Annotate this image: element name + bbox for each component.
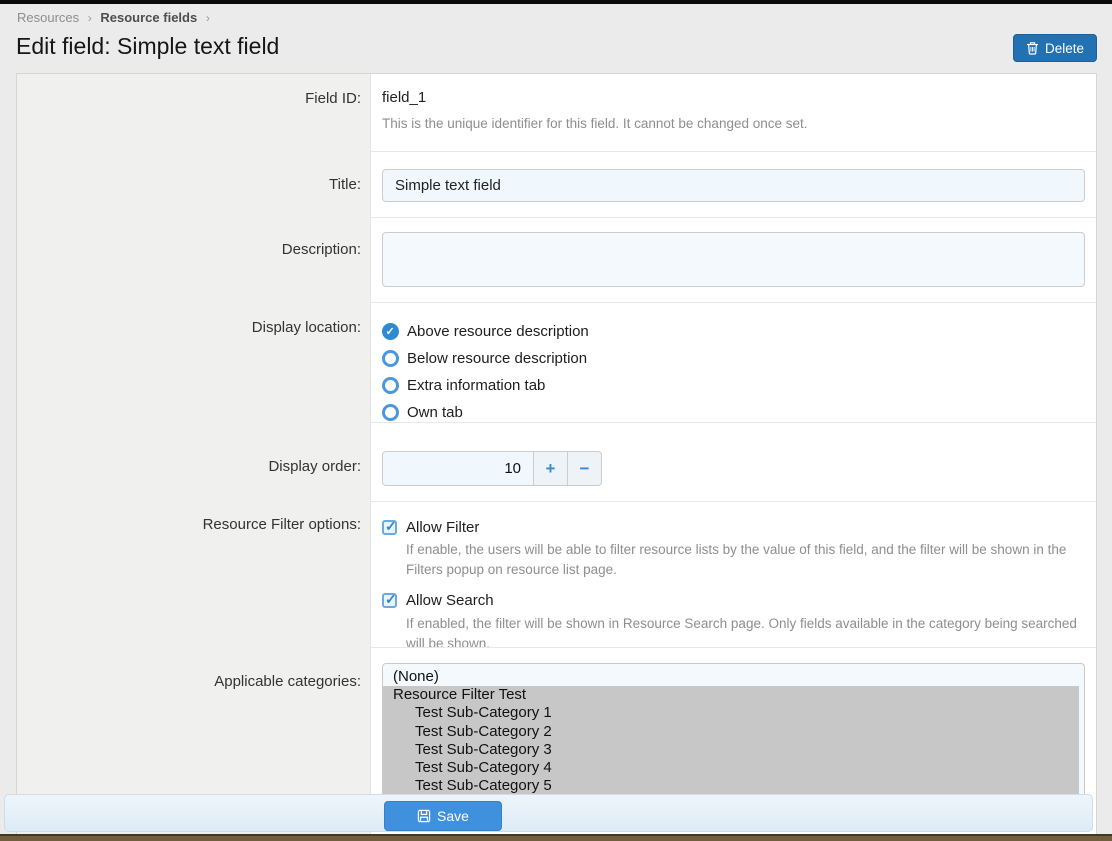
category-option-test-sub-category-3[interactable]: Test Sub-Category 3 — [383, 741, 1079, 759]
breadcrumb: Resources › Resource fields › — [17, 10, 215, 25]
description-row: Description: — [17, 217, 1096, 302]
description-input[interactable] — [382, 232, 1085, 287]
field-id-value: field_1 — [382, 89, 1096, 106]
page-title: Edit field: Simple text field — [16, 33, 279, 60]
save-button-label: Save — [437, 808, 469, 824]
checkbox-checked-icon — [382, 520, 397, 535]
radio-unselected-icon — [382, 377, 399, 394]
resource-filter-options-row: Resource Filter options: Allow Filter If… — [17, 501, 1096, 647]
edit-field-form: Field ID: field_1 This is the unique ide… — [16, 73, 1097, 841]
field-id-help: This is the unique identifier for this f… — [382, 114, 1072, 134]
floppy-disk-icon — [417, 809, 431, 823]
allow-filter-checkbox[interactable]: Allow Filter — [382, 517, 1096, 537]
radio-below-resource-description[interactable]: Below resource description — [382, 345, 1096, 372]
radio-selected-icon — [382, 323, 399, 340]
decrement-button[interactable]: − — [568, 451, 602, 486]
display-order-label: Display order: — [17, 422, 371, 501]
display-order-input[interactable] — [382, 451, 534, 486]
description-label: Description: — [17, 217, 371, 302]
category-option-test-sub-category-5[interactable]: Test Sub-Category 5 — [383, 777, 1079, 795]
checkbox-checked-icon — [382, 593, 397, 608]
breadcrumb-separator: › — [206, 11, 210, 25]
breadcrumb-resource-fields[interactable]: Resource fields — [100, 10, 197, 25]
title-label: Title: — [17, 151, 371, 217]
radio-extra-information-tab[interactable]: Extra information tab — [382, 372, 1096, 399]
display-order-stepper: + − — [382, 451, 603, 486]
category-option-resource-filter-test[interactable]: Resource Filter Test — [383, 686, 1079, 704]
applicable-categories-listbox[interactable]: (None) Resource Filter Test Test Sub-Cat… — [382, 663, 1085, 811]
radio-unselected-icon — [382, 404, 399, 421]
category-option-test-sub-category-4[interactable]: Test Sub-Category 4 — [383, 759, 1079, 777]
category-option-none[interactable]: (None) — [383, 668, 1079, 686]
title-input[interactable] — [382, 169, 1085, 202]
trash-icon — [1026, 41, 1039, 55]
category-option-test-sub-category-1[interactable]: Test Sub-Category 1 — [383, 704, 1079, 722]
radio-above-resource-description[interactable]: Above resource description — [382, 318, 1096, 345]
allow-filter-help: If enable, the users will be able to fil… — [406, 540, 1091, 580]
resource-filter-options-label: Resource Filter options: — [17, 501, 371, 647]
allow-search-checkbox[interactable]: Allow Search — [382, 591, 1096, 611]
save-footer-bar: Save — [4, 794, 1093, 832]
display-order-row: Display order: + − — [17, 422, 1096, 501]
field-id-label: Field ID: — [17, 74, 371, 151]
field-id-row: Field ID: field_1 This is the unique ide… — [17, 74, 1096, 151]
delete-button[interactable]: Delete — [1013, 34, 1097, 62]
delete-button-label: Delete — [1045, 41, 1084, 56]
breadcrumb-separator: › — [88, 11, 92, 25]
radio-unselected-icon — [382, 350, 399, 367]
display-location-label: Display location: — [17, 302, 371, 422]
title-row: Title: — [17, 151, 1096, 217]
desktop-edge — [0, 834, 1112, 841]
category-option-test-sub-category-2[interactable]: Test Sub-Category 2 — [383, 723, 1079, 741]
save-button[interactable]: Save — [384, 801, 502, 831]
display-location-row: Display location: Above resource descrip… — [17, 302, 1096, 422]
display-location-options: Above resource description Below resourc… — [382, 303, 1096, 426]
breadcrumb-resources[interactable]: Resources — [17, 10, 79, 25]
window-top-edge — [0, 0, 1112, 4]
increment-button[interactable]: + — [534, 451, 568, 486]
